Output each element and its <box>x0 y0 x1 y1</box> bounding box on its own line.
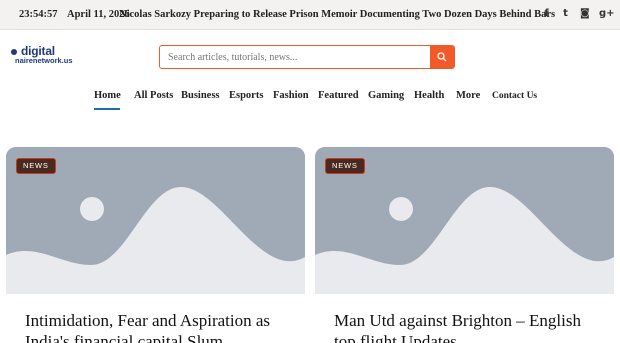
nav-item-esports[interactable]: Esports <box>229 90 263 101</box>
nav-item-home[interactable]: Home <box>94 90 121 101</box>
twitter-icon[interactable]: t <box>561 8 570 20</box>
active-nav-indicator <box>94 108 120 110</box>
article-card[interactable]: NEWS Man Utd against Brighton – English … <box>315 147 614 343</box>
nav-item-gaming[interactable]: Gaming <box>368 90 404 101</box>
main-navigation: Home All Posts Business Esports Fashion … <box>0 88 620 110</box>
article-title[interactable]: Man Utd against Brighton – English top f… <box>334 310 606 343</box>
category-badge[interactable]: NEWS <box>16 158 56 174</box>
social-links: f t ◙ g+ <box>542 8 615 20</box>
category-badge[interactable]: NEWS <box>325 158 365 174</box>
search-input[interactable] <box>160 46 430 68</box>
site-logo[interactable]: digital nairenetwork.us <box>11 44 73 68</box>
article-card[interactable]: NEWS Intimidation, Fear and Aspiration a… <box>6 147 305 343</box>
nav-item-more[interactable]: More <box>456 90 480 101</box>
instagram-icon[interactable]: ◙ <box>580 8 590 20</box>
nav-item-featured[interactable]: Featured <box>318 90 359 101</box>
logo-text-secondary: nairenetwork.us <box>15 56 73 65</box>
top-bar: 23:54:57 April 11, 2026 Nicolas Sarkozy … <box>0 0 620 30</box>
logo-mark <box>11 49 17 55</box>
search-icon <box>437 52 447 62</box>
facebook-icon[interactable]: f <box>542 8 551 20</box>
nav-item-contact-us[interactable]: Contact Us <box>492 91 537 101</box>
google-plus-icon[interactable]: g+ <box>599 8 615 20</box>
nav-item-health[interactable]: Health <box>414 90 444 101</box>
nav-item-business[interactable]: Business <box>181 90 220 101</box>
breaking-news-ticker[interactable]: Nicolas Sarkozy Preparing to Release Pri… <box>119 9 555 20</box>
search-button[interactable] <box>430 46 454 68</box>
clock: 23:54:57 <box>19 9 58 20</box>
nav-item-fashion[interactable]: Fashion <box>273 90 309 101</box>
article-title[interactable]: Intimidation, Fear and Aspiration as Ind… <box>25 310 297 343</box>
nav-item-all-posts[interactable]: All Posts <box>134 90 173 101</box>
search-bar <box>159 45 455 69</box>
